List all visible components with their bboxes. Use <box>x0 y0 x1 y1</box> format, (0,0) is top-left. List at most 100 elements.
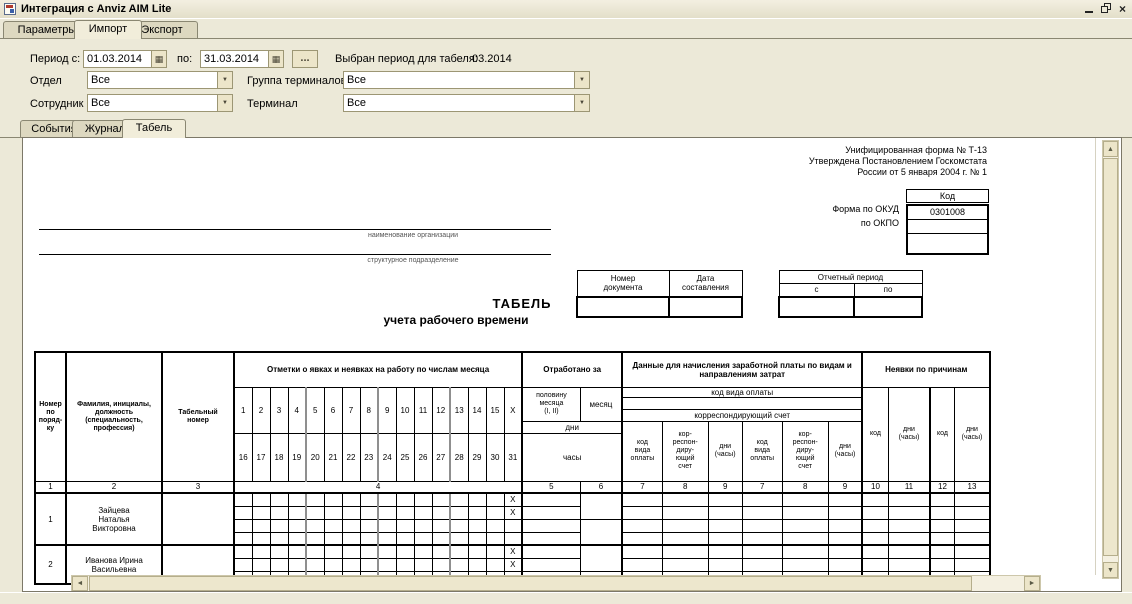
okpo-label: по ОКПО <box>861 218 899 228</box>
report-period-table: Отчетный период с по <box>778 270 923 318</box>
scroll-up-button[interactable]: ▲ <box>1103 141 1118 157</box>
numbering-cell: 12 <box>930 481 954 493</box>
employee-combo[interactable]: Все ▼ <box>87 94 233 112</box>
day-cell <box>414 493 432 506</box>
period-from-input[interactable] <box>84 51 151 67</box>
worked-cell <box>580 545 622 571</box>
choose-period-button[interactable]: ... <box>292 50 318 68</box>
period-from-header: с <box>779 284 854 297</box>
horizontal-scroll-thumb[interactable] <box>89 576 972 591</box>
doc-number-header: Номер документа <box>577 271 669 297</box>
day-header: 19 <box>288 433 306 481</box>
day-cell <box>468 506 486 519</box>
horizontal-scrollbar[interactable]: ◄ ► <box>71 575 1041 592</box>
absence-cell <box>888 519 930 532</box>
calendar-button[interactable]: ▦ <box>268 51 283 67</box>
absence-cell <box>888 558 930 571</box>
day-cell <box>378 519 396 532</box>
scroll-down-button[interactable]: ▼ <box>1103 562 1118 578</box>
day-cell <box>288 532 306 545</box>
day-cell <box>468 493 486 506</box>
dropdown-button[interactable]: ▼ <box>217 72 232 88</box>
absence-cell <box>954 493 990 506</box>
calendar-button[interactable]: ▦ <box>151 51 166 67</box>
organization-line <box>39 229 551 230</box>
absence-cell <box>930 493 954 506</box>
app-icon <box>4 3 16 15</box>
absence-section-header: Неявки по причинам <box>862 352 990 387</box>
pay-cell <box>622 506 662 519</box>
day-header: 30 <box>486 433 504 481</box>
day-cell <box>486 493 504 506</box>
doc-date-cell <box>669 297 742 317</box>
dropdown-button[interactable]: ▼ <box>574 72 589 88</box>
pay-cell <box>828 558 862 571</box>
day-cell <box>342 545 360 558</box>
day-cell <box>252 506 270 519</box>
restore-button[interactable] <box>1101 3 1111 16</box>
day-cell <box>486 519 504 532</box>
day-cell <box>252 493 270 506</box>
day-cell <box>288 506 306 519</box>
day-cell <box>360 558 378 571</box>
close-button[interactable]: × <box>1119 2 1126 16</box>
day-cell <box>414 519 432 532</box>
period-from-field[interactable]: ▦ <box>83 50 167 68</box>
numbering-cell: 11 <box>888 481 930 493</box>
day-cell: X <box>504 545 522 558</box>
numbering-cell: 3 <box>162 481 234 493</box>
day-header: 23 <box>360 433 378 481</box>
pay-cell <box>782 506 828 519</box>
period-to-field[interactable]: ▦ <box>200 50 284 68</box>
day-cell <box>396 558 414 571</box>
day-header: 29 <box>468 433 486 481</box>
pay-cell <box>828 545 862 558</box>
scroll-left-icon: ◄ <box>77 580 84 587</box>
absence-cell <box>862 532 888 545</box>
numbering-cell: 8 <box>662 481 708 493</box>
dropdown-button[interactable]: ▼ <box>217 95 232 111</box>
scroll-left-button[interactable]: ◄ <box>72 576 88 591</box>
pay-cell <box>742 519 782 532</box>
day-cell <box>360 545 378 558</box>
dept-combo[interactable]: Все ▼ <box>87 71 233 89</box>
scroll-right-button[interactable]: ► <box>1024 576 1040 591</box>
tab-import[interactable]: Импорт <box>74 20 142 39</box>
pay-days-header: дни (часы) <box>708 421 742 481</box>
day-cell <box>324 532 342 545</box>
day-cell <box>414 545 432 558</box>
absence-cell <box>862 519 888 532</box>
dropdown-button[interactable]: ▼ <box>574 95 589 111</box>
terminal-group-combo[interactable]: Все ▼ <box>343 71 590 89</box>
day-header: 1 <box>234 387 252 433</box>
days-label: дни <box>522 421 622 433</box>
pay-cell <box>828 519 862 532</box>
numbering-cell: 9 <box>708 481 742 493</box>
pay-cell <box>622 519 662 532</box>
terminal-combo[interactable]: Все ▼ <box>343 94 590 112</box>
day-cell <box>432 493 450 506</box>
numbering-cell: 5 <box>522 481 580 493</box>
title-bar: Интеграция с Anviz AIM Lite × <box>0 0 1132 19</box>
day-cell: X <box>504 493 522 506</box>
day-cell <box>306 532 324 545</box>
chevron-down-icon: ▼ <box>222 77 228 83</box>
tab-timesheet[interactable]: Табель <box>122 119 186 138</box>
day-cell <box>306 519 324 532</box>
day-cell <box>414 532 432 545</box>
window-title: Интеграция с Anviz AIM Lite <box>21 3 171 15</box>
day-cell <box>432 545 450 558</box>
day-cell <box>396 545 414 558</box>
day-header: 24 <box>378 433 396 481</box>
pay-cell <box>742 506 782 519</box>
vertical-scrollbar[interactable]: ▲ ▼ <box>1102 140 1119 579</box>
day-cell <box>468 558 486 571</box>
minimize-button[interactable] <box>1085 2 1093 16</box>
vertical-scroll-thumb[interactable] <box>1103 158 1118 556</box>
day-header: X <box>504 387 522 433</box>
day-cell <box>324 506 342 519</box>
period-to-input[interactable] <box>201 51 268 67</box>
pay-cell <box>622 493 662 506</box>
pay-account-strip: корреспондирующий счет <box>622 409 862 421</box>
numbering-cell: 8 <box>782 481 828 493</box>
